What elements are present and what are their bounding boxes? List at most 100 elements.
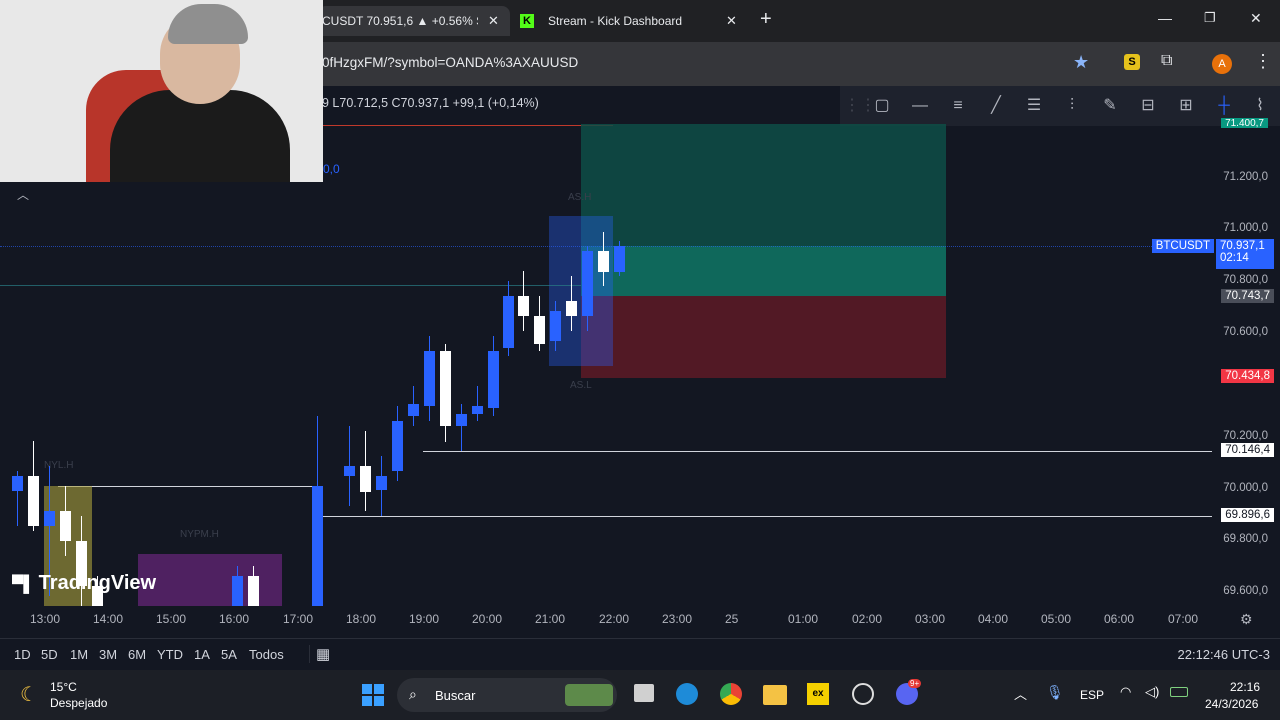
search-icon: ⌕ — [409, 686, 417, 702]
weather-desc[interactable]: Despejado — [50, 696, 107, 710]
close-window-button[interactable]: ✕ — [1250, 10, 1262, 27]
level-line-70146[interactable] — [423, 451, 1212, 452]
candle — [312, 486, 323, 606]
range-1a[interactable]: 1A — [194, 647, 210, 662]
range-1m[interactable]: 1M — [70, 647, 88, 662]
extensions-puzzle-icon[interactable]: ⧉ — [1161, 52, 1172, 70]
crosshair-icon[interactable]: ┼ — [1214, 96, 1234, 116]
tv-logo-icon: ▀▌ — [12, 576, 35, 593]
candle — [598, 251, 609, 272]
battery-icon[interactable] — [1170, 687, 1188, 697]
settings-gear-icon[interactable]: ⚙ — [1240, 611, 1253, 628]
candle — [12, 476, 23, 491]
parallel-channel-icon[interactable]: ≡ — [948, 96, 968, 116]
tab-title: CUSDT 70.951,6 ▲ +0.56% Si — [322, 14, 478, 28]
time-tick: 15:00 — [156, 612, 187, 626]
tab-title: Stream - Kick Dashboard — [548, 14, 683, 28]
clock-time[interactable]: 22:16 — [1230, 680, 1260, 694]
weather-moon-icon: ☾ — [20, 684, 38, 706]
tradingview-logo: ▀▌ TradingView — [12, 572, 156, 595]
long-position-icon[interactable]: ⊟ — [1138, 96, 1158, 116]
brush-icon[interactable]: ✎ — [1100, 96, 1120, 116]
range-5a[interactable]: 5A — [221, 647, 237, 662]
tray-chevron-icon[interactable]: ︿ — [1014, 684, 1027, 703]
wifi-icon[interactable]: ◠ — [1120, 684, 1131, 700]
candle — [518, 296, 529, 316]
weather-temp[interactable]: 15°C — [50, 680, 77, 694]
extension-icon[interactable]: S — [1124, 54, 1140, 70]
more-tools-icon[interactable]: ⌇ — [1250, 96, 1270, 116]
close-icon[interactable]: ✕ — [488, 13, 499, 29]
time-tick: 16:00 — [219, 612, 250, 626]
range-6m[interactable]: 6M — [128, 647, 146, 662]
avatar[interactable]: A — [1212, 54, 1232, 74]
range-5d[interactable]: 5D — [41, 647, 58, 662]
level-line-69896[interactable] — [323, 516, 1212, 517]
file-explorer-icon[interactable] — [763, 685, 787, 705]
task-view-icon[interactable] — [634, 684, 654, 702]
candle — [232, 576, 243, 606]
menu-kebab-icon[interactable]: ⋮ — [1254, 51, 1272, 72]
range-ytd[interactable]: YTD — [157, 647, 183, 662]
range-1d[interactable]: 1D — [14, 647, 31, 662]
url-input[interactable]: 0fHzgxFM/?symbol=OANDA%3AXAUUSD — [322, 55, 578, 70]
candle — [44, 511, 55, 526]
time-tick: 22:00 — [599, 612, 630, 626]
session-box-nypm — [138, 554, 282, 606]
session-label-nypm: NYPM.H — [180, 529, 219, 540]
bar-pattern-icon[interactable]: ⫶ — [1062, 96, 1082, 116]
candle-wick — [461, 404, 462, 451]
utc-clock[interactable]: 22:12:46 UTC-3 — [1178, 647, 1271, 662]
language-indicator[interactable]: ESP — [1080, 688, 1104, 702]
time-tick: 06:00 — [1104, 612, 1135, 626]
range-3m[interactable]: 3M — [99, 647, 117, 662]
search-placeholder: Buscar — [435, 688, 476, 703]
price-tick: 71.000,0 — [1223, 222, 1268, 234]
windows-start-icon[interactable] — [362, 684, 384, 706]
short-position-zone[interactable] — [581, 296, 946, 378]
current-price-tag: 70.937,1 02:14 — [1216, 239, 1274, 269]
tab-kick[interactable]: K Stream - Kick Dashboard ✕ — [520, 6, 750, 36]
obs-icon[interactable] — [852, 683, 874, 705]
drag-handle-icon[interactable]: ⋮⋮ — [844, 96, 876, 116]
volume-icon[interactable]: ◁) — [1145, 684, 1159, 700]
date-range-calendar-icon[interactable]: ▦ — [309, 645, 330, 663]
price-tick-top: 71.400,7 — [1221, 118, 1268, 128]
session-label-as-high: AS.H — [568, 192, 592, 203]
time-tick: 07:00 — [1168, 612, 1199, 626]
bookmark-star-icon[interactable]: ★ — [1073, 52, 1089, 73]
price-tick: 71.200,0 — [1223, 171, 1268, 183]
candle-countdown: 02:14 — [1220, 252, 1249, 264]
tab-tradingview[interactable]: CUSDT 70.951,6 ▲ +0.56% Si ✕ — [318, 6, 510, 36]
candle — [456, 414, 467, 426]
close-icon[interactable]: ✕ — [726, 13, 737, 29]
search-box[interactable]: ⌕ Buscar — [397, 678, 617, 712]
candle — [360, 466, 371, 492]
minimize-button[interactable]: — — [1158, 10, 1172, 26]
candle — [488, 351, 499, 408]
horizontal-line-icon[interactable]: — — [910, 96, 930, 116]
watermark-text: TradingView — [38, 572, 157, 594]
fib-retracement-icon[interactable]: ☰ — [1024, 96, 1044, 116]
edge-icon[interactable] — [676, 683, 698, 705]
price-tick: 70.200,0 — [1223, 430, 1268, 442]
trend-line-icon[interactable]: ╱ — [986, 96, 1006, 116]
rectangle-tool-icon[interactable]: ▢ — [872, 96, 892, 116]
candle — [248, 576, 259, 606]
range-bar: 1D 5D 1M 3M 6M YTD 1A 5A Todos ▦ 22:12:4… — [0, 638, 1280, 670]
time-tick: 25 — [725, 612, 739, 626]
candle — [550, 311, 561, 341]
short-position-icon[interactable]: ⊞ — [1176, 96, 1196, 116]
price-tag-red: 70.434,8 — [1221, 369, 1274, 383]
new-tab-button[interactable]: + — [760, 8, 772, 31]
restore-button[interactable]: ❐ — [1204, 10, 1216, 26]
chrome-icon[interactable] — [720, 683, 742, 705]
range-todos[interactable]: Todos — [249, 647, 284, 662]
exness-icon[interactable]: ex — [807, 683, 829, 705]
clock-date[interactable]: 24/3/2026 — [1205, 697, 1258, 711]
microphone-icon[interactable]: 🎙 — [1046, 684, 1064, 701]
price-tick: 69.600,0 — [1223, 585, 1268, 597]
time-tick: 18:00 — [346, 612, 377, 626]
collapse-chevron-icon[interactable]: ︿ — [14, 186, 32, 204]
discord-icon[interactable]: 9+ — [896, 679, 922, 705]
